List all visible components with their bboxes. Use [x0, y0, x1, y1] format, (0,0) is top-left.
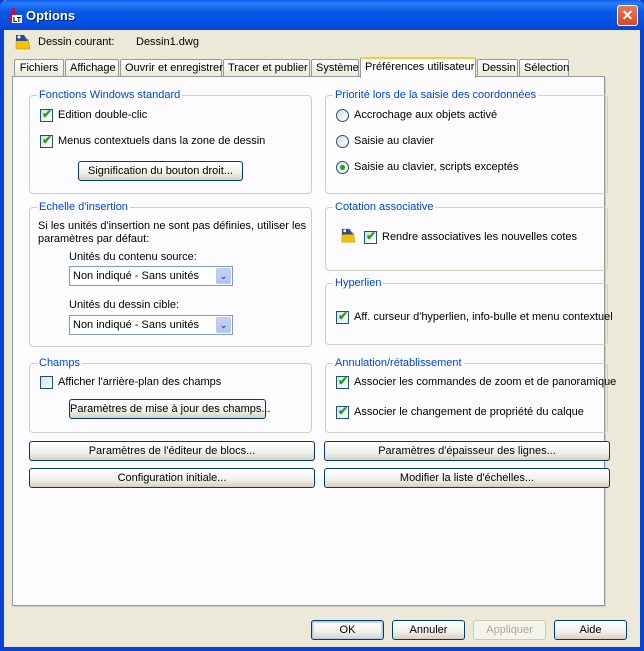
- ok-button[interactable]: OK: [311, 620, 384, 640]
- block-editor-settings-button[interactable]: Paramètres de l'éditeur de blocs...: [29, 441, 315, 461]
- group-title: Priorité lors de la saisie des coordonné…: [333, 89, 539, 101]
- group-title: Champs: [37, 357, 82, 369]
- check-icon: ✔: [338, 404, 349, 418]
- insertion-description-line2: paramètres par défaut:: [38, 233, 150, 245]
- target-units-label: Unités du dessin cible:: [69, 299, 180, 311]
- tab-affichage[interactable]: Affichage: [65, 59, 119, 77]
- close-icon: ✕: [621, 7, 634, 23]
- coordinate-priority-group: Priorité lors de la saisie des coordonné…: [325, 89, 608, 194]
- group-title: Cotation associative: [333, 201, 436, 213]
- insertion-description-line1: Si les unités d'insertion ne sont pas dé…: [38, 220, 307, 232]
- drawing-icon: [341, 228, 356, 243]
- tab-fichiers[interactable]: Fichiers: [14, 59, 64, 77]
- lineweight-settings-button[interactable]: Paramètres d'épaisseur des lignes...: [324, 441, 610, 461]
- check-icon: ✔: [42, 107, 53, 121]
- insertion-scale-group: Echelle d'insertion Si les unités d'inse…: [29, 201, 312, 347]
- apply-button[interactable]: Appliquer: [473, 620, 546, 640]
- check-icon: ✔: [42, 133, 53, 147]
- close-button[interactable]: ✕: [617, 5, 638, 26]
- tab-dessin[interactable]: Dessin: [477, 59, 518, 77]
- chevron-down-icon[interactable]: ⌄: [216, 268, 231, 284]
- help-button[interactable]: Aide: [554, 620, 627, 640]
- check-icon: ✔: [366, 229, 377, 243]
- source-units-select[interactable]: Non indiqué - Sans unités ⌄: [69, 266, 233, 286]
- tab-panel: Fonctions Windows standard ✔ Edition dou…: [12, 76, 616, 606]
- undo-redo-group: Annulation/rétablissement ✔ Associer les…: [325, 357, 616, 433]
- radio-selected-dot: [340, 165, 345, 170]
- fields-group: Champs Afficher l'arrière-plan des champ…: [29, 357, 312, 433]
- cancel-button[interactable]: Annuler: [392, 620, 465, 640]
- chevron-down-icon[interactable]: ⌄: [216, 317, 231, 333]
- tab-tracer-publier[interactable]: Tracer et publier: [223, 59, 310, 77]
- windows-functions-group: Fonctions Windows standard ✔ Edition dou…: [29, 89, 312, 194]
- drawing-icon: [15, 35, 31, 50]
- autocad-lt-icon: LT: [8, 8, 22, 23]
- svg-text:LT: LT: [13, 17, 22, 23]
- group-title: Echelle d'insertion: [37, 201, 130, 213]
- check-icon: ✔: [338, 374, 349, 388]
- tab-selection[interactable]: Sélection: [519, 59, 569, 77]
- right-click-customization-button[interactable]: Signification du bouton droit...: [78, 161, 243, 181]
- target-units-select[interactable]: Non indiqué - Sans unités ⌄: [69, 315, 233, 335]
- current-drawing-value: Dessin1.dwg: [136, 36, 199, 48]
- group-title: Hyperlien: [333, 277, 384, 289]
- field-update-settings-button[interactable]: Paramètres de mise à jour des champs...: [69, 399, 271, 419]
- window-title: Options: [26, 8, 76, 23]
- title-bar[interactable]: LT Options ✕: [0, 0, 644, 30]
- tab-systeme[interactable]: Système: [311, 59, 359, 77]
- group-title: Fonctions Windows standard: [37, 89, 183, 101]
- check-icon: ✔: [338, 309, 349, 323]
- tab-ouvrir-enregistrer[interactable]: Ouvrir et enregistrer: [120, 59, 223, 77]
- current-drawing-label: Dessin courant:: [38, 36, 115, 48]
- associative-dimension-group: Cotation associative ✔ Rendre associativ…: [325, 201, 608, 271]
- source-units-label: Unités du contenu source:: [69, 251, 197, 263]
- hyperlink-group: Hyperlien ✔ Aff. curseur d'hyperlien, in…: [325, 277, 613, 345]
- edit-scale-list-button[interactable]: Modifier la liste d'échelles...: [324, 468, 610, 488]
- tab-preferences-utilisateur[interactable]: Préférences utilisateur: [360, 57, 476, 78]
- group-title: Annulation/rétablissement: [333, 357, 464, 369]
- initial-setup-button[interactable]: Configuration initiale...: [29, 468, 315, 488]
